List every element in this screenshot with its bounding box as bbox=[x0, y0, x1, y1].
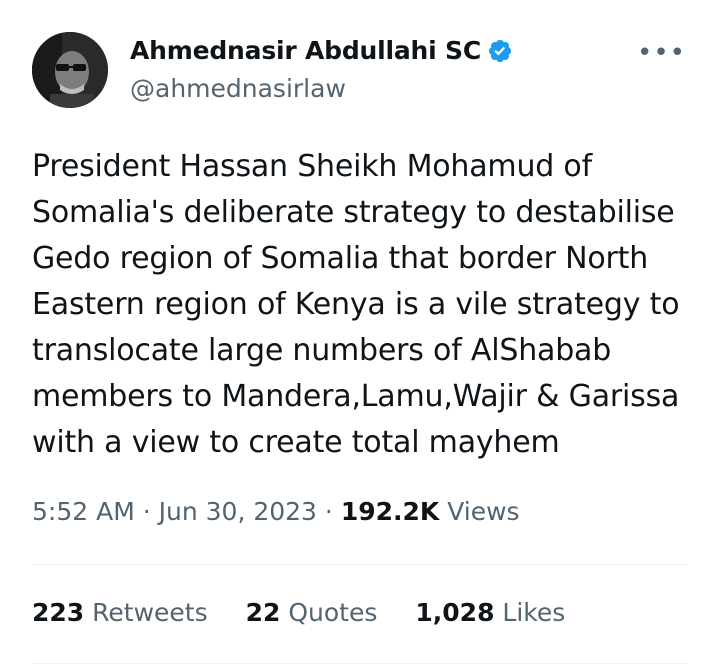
likes-label: Likes bbox=[502, 598, 566, 627]
author-name[interactable]: Ahmednasir Abdullahi SC bbox=[130, 36, 481, 65]
avatar-photo bbox=[32, 32, 108, 108]
retweets-label: Retweets bbox=[92, 598, 208, 627]
divider bbox=[32, 663, 688, 664]
tweet-text: President Hassan Sheikh Mohamud of Somal… bbox=[32, 149, 680, 460]
retweets-count: 223 bbox=[32, 598, 85, 627]
meta-separator: · bbox=[142, 497, 151, 526]
more-horizontal-icon[interactable]: ••• bbox=[637, 40, 686, 66]
quotes-label: Quotes bbox=[288, 598, 378, 627]
views-label: Views bbox=[447, 497, 520, 526]
quotes-stat[interactable]: 22 Quotes bbox=[246, 598, 378, 627]
tweet-time[interactable]: 5:52 AM bbox=[32, 497, 135, 526]
avatar[interactable] bbox=[32, 32, 108, 108]
tweet-date[interactable]: Jun 30, 2023 bbox=[159, 497, 317, 526]
likes-count: 1,028 bbox=[415, 598, 495, 627]
meta-separator: · bbox=[324, 497, 333, 526]
retweets-stat[interactable]: 223 Retweets bbox=[32, 598, 208, 627]
views-count: 192.2K bbox=[340, 497, 440, 526]
divider bbox=[32, 564, 688, 565]
author-handle[interactable]: @ahmednasirlaw bbox=[130, 74, 346, 103]
quotes-count: 22 bbox=[245, 598, 281, 627]
verified-badge-icon bbox=[487, 38, 513, 64]
tweet-header: Ahmednasir Abdullahi SC @ahmednasirlaw •… bbox=[32, 32, 696, 110]
tweet-meta: 5:52 AM · Jun 30, 2023 · 192.2K Views bbox=[32, 497, 520, 526]
likes-stat[interactable]: 1,028 Likes bbox=[415, 598, 565, 627]
engagement-stats: 223 Retweets 22 Quotes 1,028 Likes bbox=[32, 598, 565, 627]
